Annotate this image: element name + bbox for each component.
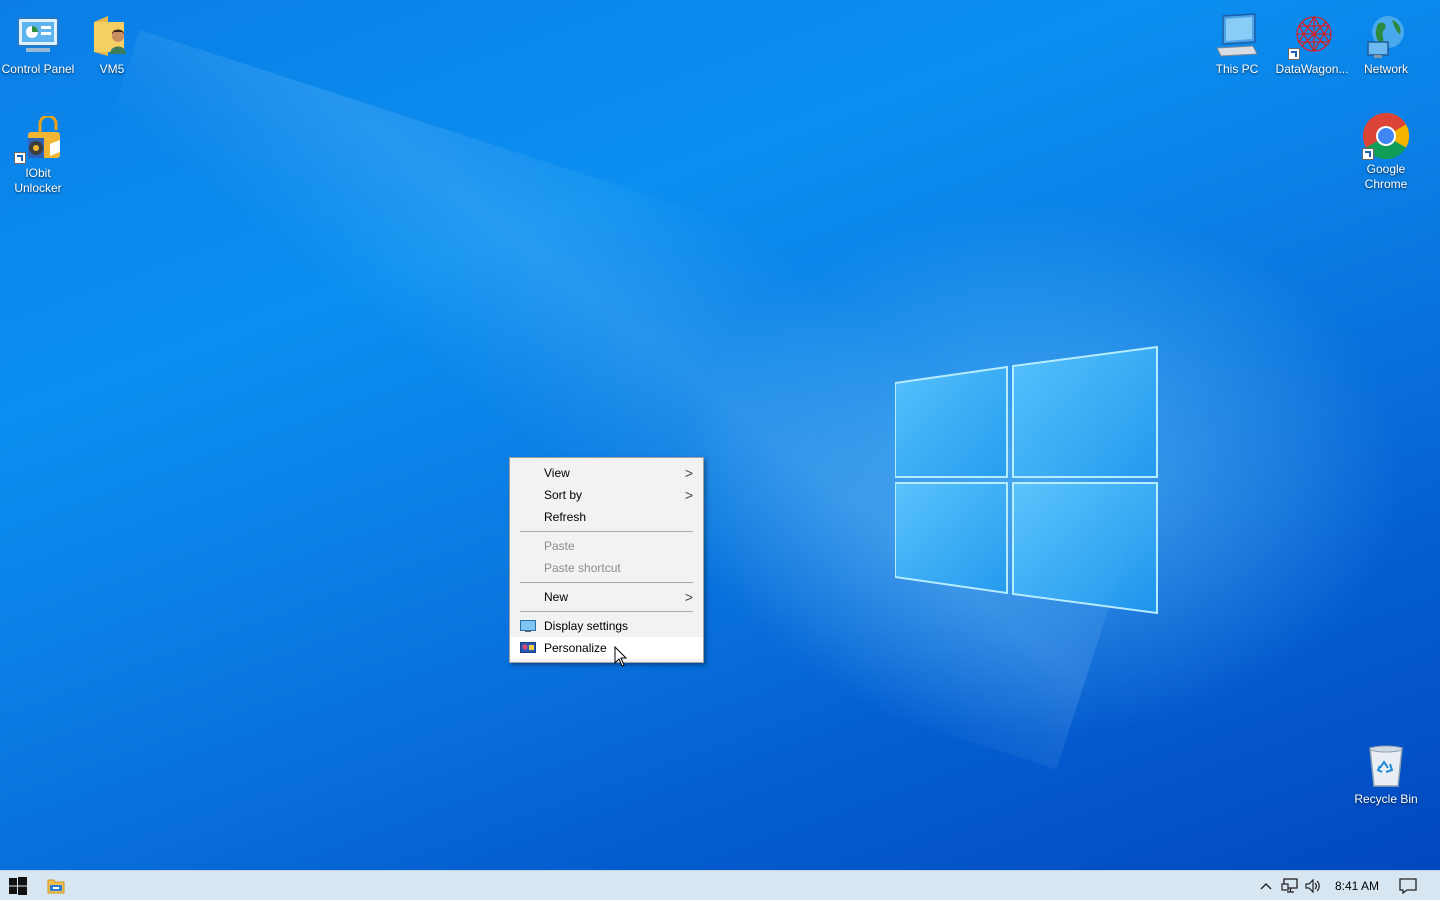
desktop-icon-network[interactable]: Network: [1348, 12, 1424, 77]
menu-item-view[interactable]: View >: [510, 462, 703, 484]
datawagon-icon: [1288, 12, 1336, 60]
volume-tray-button[interactable]: [1302, 871, 1324, 901]
desktop-context-menu: View > Sort by > Refresh Paste Paste sho…: [509, 457, 704, 663]
menu-item-label: Paste: [544, 539, 575, 553]
chevron-up-icon: [1260, 883, 1272, 890]
menu-item-display-settings[interactable]: Display settings: [510, 615, 703, 637]
windows-wallpaper-logo-icon: [895, 345, 1158, 615]
desktop-icon-google-chrome[interactable]: Google Chrome: [1348, 112, 1424, 192]
taskbar-file-explorer-button[interactable]: [40, 871, 72, 901]
start-button[interactable]: [0, 871, 36, 901]
desktop-icon-label: Google Chrome: [1364, 162, 1408, 191]
taskbar: 8:41 AM: [0, 870, 1440, 900]
desktop-icon-recycle-bin[interactable]: Recycle Bin: [1348, 742, 1424, 807]
taskbar-clock[interactable]: 8:41 AM: [1326, 871, 1388, 901]
control-panel-icon: [14, 12, 62, 60]
menu-item-label: Personalize: [544, 641, 607, 655]
menu-separator: [520, 582, 693, 583]
shortcut-arrow-icon: [1288, 48, 1300, 60]
desktop-icon-control-panel[interactable]: Control Panel: [0, 12, 76, 77]
desktop[interactable]: Control Panel VM5 IObit Unlocker This PC…: [0, 0, 1440, 870]
menu-item-label: New: [544, 590, 569, 604]
personalize-icon: [520, 642, 536, 653]
menu-item-personalize[interactable]: Personalize: [510, 637, 703, 659]
mouse-cursor-icon: [614, 646, 628, 667]
desktop-icon-this-pc[interactable]: This PC: [1199, 12, 1275, 77]
network-tray-button[interactable]: [1279, 871, 1301, 901]
action-center-button[interactable]: [1394, 871, 1422, 901]
user-folder-icon: [88, 12, 136, 60]
recycle-bin-icon: [1362, 742, 1410, 790]
notification-icon: [1399, 878, 1417, 894]
show-hidden-icons-button[interactable]: [1256, 871, 1276, 901]
menu-item-label: View: [544, 466, 570, 480]
chevron-right-icon: >: [684, 487, 693, 503]
desktop-icon-label: DataWagon...: [1275, 62, 1349, 76]
menu-item-label: Refresh: [544, 510, 587, 524]
this-pc-icon: [1213, 12, 1261, 60]
menu-separator: [520, 611, 693, 612]
desktop-icon-datawagon[interactable]: DataWagon...: [1274, 12, 1350, 77]
menu-item-sort-by[interactable]: Sort by >: [510, 484, 703, 506]
chevron-right-icon: >: [684, 589, 693, 605]
desktop-icon-label: Control Panel: [1, 62, 75, 76]
windows-start-icon: [9, 877, 27, 895]
desktop-icon-label: Network: [1363, 62, 1408, 76]
desktop-icon-label: IObit Unlocker: [14, 166, 62, 195]
desktop-icon-vm5[interactable]: VM5: [74, 12, 150, 77]
menu-separator: [520, 531, 693, 532]
menu-item-label: Display settings: [544, 619, 629, 633]
desktop-icon-iobit-unlocker[interactable]: IObit Unlocker: [0, 114, 76, 196]
menu-item-paste[interactable]: Paste: [510, 535, 703, 557]
menu-item-label: Sort by: [544, 488, 583, 502]
shortcut-arrow-icon: [14, 152, 26, 164]
menu-item-new[interactable]: New >: [510, 586, 703, 608]
menu-item-paste-shortcut[interactable]: Paste shortcut: [510, 557, 703, 579]
display-icon: [520, 620, 536, 632]
file-explorer-icon: [47, 879, 65, 894]
desktop-icon-label: This PC: [1215, 62, 1259, 76]
desktop-icon-label: Recycle Bin: [1354, 792, 1418, 806]
menu-item-refresh[interactable]: Refresh: [510, 506, 703, 528]
chrome-icon: [1362, 112, 1410, 160]
network-wired-icon: [1281, 878, 1298, 893]
chevron-right-icon: >: [684, 465, 693, 481]
speaker-icon: [1305, 878, 1320, 894]
shortcut-arrow-icon: [1362, 148, 1374, 160]
menu-item-label: Paste shortcut: [544, 561, 621, 575]
desktop-icon-label: VM5: [99, 62, 125, 76]
iobit-unlocker-icon: [14, 114, 62, 164]
network-icon: [1362, 12, 1410, 60]
